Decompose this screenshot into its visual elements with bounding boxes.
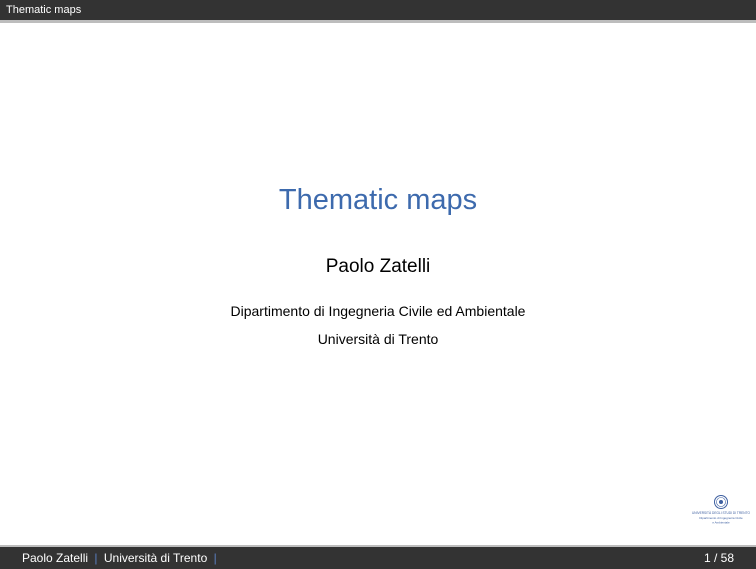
header-bar: Thematic maps (0, 0, 756, 23)
university-seal-icon: UNIVERSITÀ DEGLI STUDI DI TRENTO Diparti… (692, 495, 751, 525)
slide-title: Thematic maps (278, 184, 478, 216)
svg-text:e Ambientale: e Ambientale (712, 521, 730, 525)
footer-separator: | (94, 551, 98, 565)
page-number: 1 / 58 (703, 551, 734, 565)
svg-text:Dipartimento di Ingegneria Civ: Dipartimento di Ingegneria Civile (699, 516, 743, 520)
institute-line-university: Università di Trento (317, 331, 439, 347)
footer-bar: Paolo Zatelli | Università di Trento | 1… (0, 545, 756, 569)
footer-left: Paolo Zatelli | Università di Trento | (22, 551, 220, 565)
footer-separator-end: | (213, 551, 217, 565)
university-logo: UNIVERSITÀ DEGLI STUDI DI TRENTO Diparti… (690, 494, 752, 526)
svg-text:UNIVERSITÀ DEGLI STUDI DI TREN: UNIVERSITÀ DEGLI STUDI DI TRENTO (692, 511, 750, 515)
footer-author: Paolo Zatelli (22, 551, 89, 565)
footer-institute: Università di Trento (103, 551, 208, 565)
institute-line-department: Dipartimento di Ingegneria Civile ed Amb… (230, 303, 526, 319)
slide-author: Paolo Zatelli (325, 256, 431, 277)
header-section-title: Thematic maps (6, 4, 82, 16)
